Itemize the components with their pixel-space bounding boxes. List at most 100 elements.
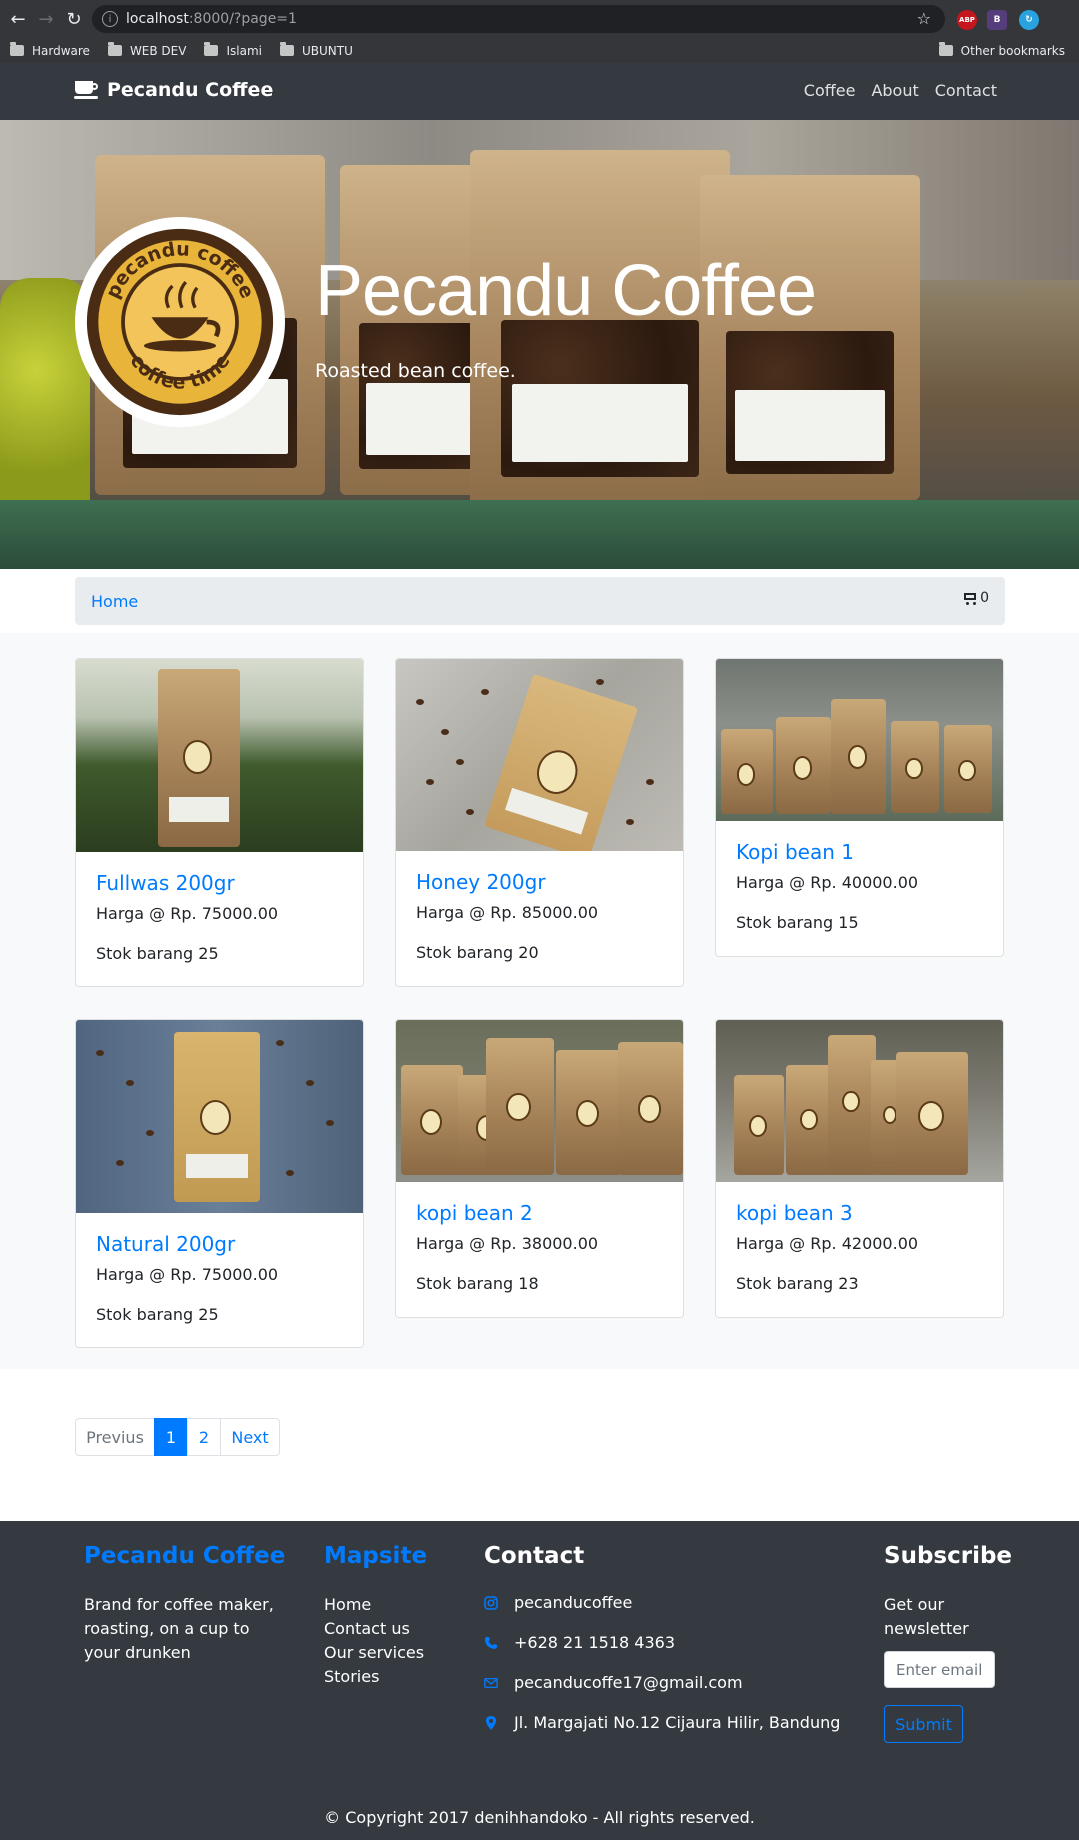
product-name[interactable]: Natural 200gr xyxy=(96,1232,235,1256)
forward-icon[interactable]: → xyxy=(32,5,60,33)
product-price: Harga @ Rp. 38000.00 xyxy=(416,1234,599,1253)
product-name[interactable]: kopi bean 2 xyxy=(416,1201,533,1225)
product-card[interactable]: Fullwas 200gr Harga @ Rp. 75000.00 Stok … xyxy=(75,658,364,987)
info-icon[interactable]: i xyxy=(102,11,118,27)
product-card[interactable]: Honey 200gr Harga @ Rp. 85000.00 Stok ba… xyxy=(395,658,684,987)
product-stock: Stok barang 23 xyxy=(736,1274,859,1293)
reload-icon[interactable]: ↻ xyxy=(60,5,88,33)
footer-link-contact-us[interactable]: Contact us xyxy=(324,1617,424,1641)
contact-address[interactable]: Jl. Margajati No.12 Cijaura Hilir, Bandu… xyxy=(484,1713,840,1732)
bookmark-hardware[interactable]: Hardware xyxy=(10,42,90,58)
pagination-previous[interactable]: Previus xyxy=(75,1418,155,1456)
footer-brand-description: Brand for coffee maker, roasting, on a c… xyxy=(84,1595,274,1662)
bookmark-star-icon[interactable]: ☆ xyxy=(917,9,931,28)
nav-links: Coffee About Contact xyxy=(788,81,997,100)
url-path: :8000/?page=1 xyxy=(188,11,297,27)
folder-icon xyxy=(279,42,294,56)
product-image[interactable] xyxy=(716,659,1003,821)
contact-instagram[interactable]: pecanducoffee xyxy=(484,1593,632,1612)
product-price: Harga @ Rp. 40000.00 xyxy=(736,873,919,892)
phone-icon xyxy=(484,1636,498,1650)
product-name[interactable]: Honey 200gr xyxy=(416,870,546,894)
product-image[interactable] xyxy=(76,1020,363,1213)
newsletter-email-input[interactable]: Enter email xyxy=(884,1651,995,1688)
footer-link-home[interactable]: Home xyxy=(324,1593,424,1617)
folder-icon xyxy=(107,42,122,56)
browser-chrome: ← → ↻ i localhost:8000/?page=1 ☆ ABP B ↻… xyxy=(0,0,1079,63)
pagination-page-1[interactable]: 1 xyxy=(154,1418,188,1456)
nav-link-about[interactable]: About xyxy=(871,81,918,100)
map-marker-icon xyxy=(484,1715,498,1730)
instagram-icon xyxy=(484,1595,498,1610)
product-image[interactable] xyxy=(76,659,363,852)
navbar-brand[interactable]: Pecandu Coffee xyxy=(74,79,274,101)
pagination: Previus 1 2 Next xyxy=(75,1418,280,1456)
folder-icon xyxy=(938,42,953,56)
envelope-icon xyxy=(484,1676,498,1690)
product-price: Harga @ Rp. 42000.00 xyxy=(736,1234,919,1253)
product-stock: Stok barang 18 xyxy=(416,1274,539,1293)
cart-count: 0 xyxy=(980,590,989,606)
product-card[interactable]: Kopi bean 1 Harga @ Rp. 40000.00 Stok ba… xyxy=(715,658,1004,957)
product-card[interactable]: kopi bean 2 Harga @ Rp. 38000.00 Stok ba… xyxy=(395,1019,684,1318)
bootstrap-extension-icon[interactable]: B xyxy=(987,10,1007,30)
adblock-plus-icon[interactable]: ABP xyxy=(957,10,977,30)
product-stock: Stok barang 25 xyxy=(96,944,219,963)
contact-phone[interactable]: +628 21 1518 4363 xyxy=(484,1633,675,1652)
green-table-image xyxy=(0,500,1079,569)
product-price: Harga @ Rp. 85000.00 xyxy=(416,903,599,922)
newsletter-submit-button[interactable]: Submit xyxy=(884,1705,963,1743)
pagination-next[interactable]: Next xyxy=(220,1418,280,1456)
coffee-bag-image xyxy=(700,175,920,500)
product-name[interactable]: kopi bean 3 xyxy=(736,1201,853,1225)
footer-link-our-services[interactable]: Our services xyxy=(324,1641,424,1665)
product-stock: Stok barang 15 xyxy=(736,913,859,932)
cart-button[interactable]: 0 xyxy=(961,590,989,606)
product-stock: Stok barang 20 xyxy=(416,943,539,962)
copyright-text: © Copyright 2017 denihhandoko - All righ… xyxy=(324,1808,755,1827)
nav-link-coffee[interactable]: Coffee xyxy=(804,81,856,100)
contact-email[interactable]: pecanducoffe17@gmail.com xyxy=(484,1673,743,1692)
nav-link-contact[interactable]: Contact xyxy=(935,81,997,100)
footer-mapsite-title: Mapsite xyxy=(324,1543,428,1569)
back-icon[interactable]: ← xyxy=(4,5,32,33)
product-section: Fullwas 200gr Harga @ Rp. 75000.00 Stok … xyxy=(0,633,1079,1369)
pecandu-logo: pecandu coffee coffee time xyxy=(75,217,285,427)
url-bar[interactable]: i localhost:8000/?page=1 ☆ xyxy=(92,5,945,33)
product-card[interactable]: Natural 200gr Harga @ Rp. 75000.00 Stok … xyxy=(75,1019,364,1348)
folder-icon xyxy=(10,42,24,56)
url-host: localhost xyxy=(126,11,189,27)
site-navbar: Pecandu Coffee Coffee About Contact xyxy=(0,63,1079,120)
other-bookmarks[interactable]: Other bookmarks xyxy=(938,42,1065,58)
breadcrumb: Home 0 xyxy=(75,577,1005,625)
product-name[interactable]: Kopi bean 1 xyxy=(736,840,854,864)
shopping-cart-icon xyxy=(961,591,977,605)
bookmark-web-dev[interactable]: WEB DEV xyxy=(107,42,186,58)
coffee-cup-icon xyxy=(74,81,99,99)
product-image[interactable] xyxy=(716,1020,1003,1182)
site-footer: Pecandu Coffee Brand for coffee maker, r… xyxy=(0,1521,1079,1840)
product-price: Harga @ Rp. 75000.00 xyxy=(96,904,279,923)
hero-title: Pecandu Coffee xyxy=(315,251,817,331)
footer-contact-title: Contact xyxy=(484,1543,585,1569)
bookmark-islami[interactable]: Islami xyxy=(204,42,262,58)
product-name[interactable]: Fullwas 200gr xyxy=(96,871,235,895)
footer-mapsite-links: Home Contact us Our services Stories xyxy=(324,1593,424,1689)
hero-subtitle: Roasted bean coffee. xyxy=(315,360,516,382)
product-card[interactable]: kopi bean 3 Harga @ Rp. 42000.00 Stok ba… xyxy=(715,1019,1004,1318)
product-image[interactable] xyxy=(396,1020,683,1182)
brand-label: Pecandu Coffee xyxy=(107,79,274,101)
bookmark-ubuntu[interactable]: UBUNTU xyxy=(279,42,353,58)
footer-brand-title: Pecandu Coffee xyxy=(84,1543,286,1569)
bookmarks-bar: Hardware WEB DEV Islami UBUNTU Other boo… xyxy=(0,38,1079,63)
footer-link-stories[interactable]: Stories xyxy=(324,1665,424,1689)
breadcrumb-home-link[interactable]: Home xyxy=(91,592,138,611)
refresh-extension-icon[interactable]: ↻ xyxy=(1019,10,1039,30)
footer-subscribe-text: Get our newsletter xyxy=(884,1595,969,1638)
pagination-page-2[interactable]: 2 xyxy=(187,1418,221,1456)
footer-subscribe-title: Subscribe xyxy=(884,1543,1013,1569)
product-price: Harga @ Rp. 75000.00 xyxy=(96,1265,279,1284)
address-row: ← → ↻ i localhost:8000/?page=1 ☆ ABP B ↻ xyxy=(0,0,1079,38)
product-image[interactable] xyxy=(396,659,683,851)
folder-icon xyxy=(204,42,219,56)
